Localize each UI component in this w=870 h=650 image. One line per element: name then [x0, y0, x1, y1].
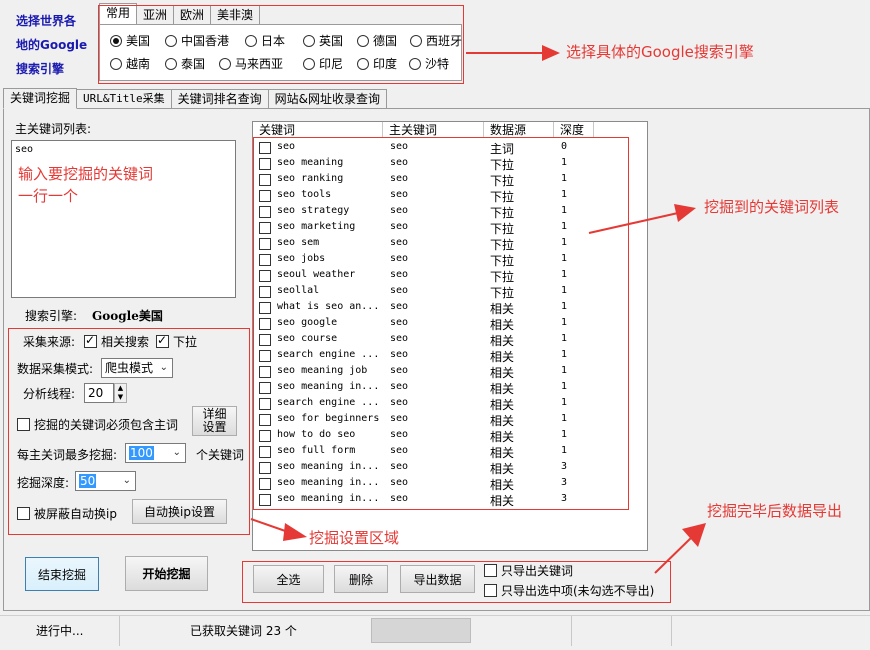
engine-label-line2: 地的Google	[16, 38, 88, 52]
chevron-down-icon: ⌄	[172, 447, 181, 458]
must-contain-label: 挖掘的关键词必须包含主词	[34, 418, 179, 432]
arrow-icon	[588, 204, 696, 234]
status-bar: 进行中... 已获取关键词 23 个	[0, 615, 870, 650]
stop-button[interactable]: 结束挖掘	[25, 557, 99, 591]
annotation-input-2: 一行一个	[18, 187, 79, 205]
search-engine-label: 搜索引擎:	[25, 309, 78, 323]
depth-value: 50	[79, 474, 97, 488]
checkbox-checked-icon	[156, 333, 169, 348]
source-related-label: 相关搜索	[101, 335, 150, 349]
only-keywords-checkbox[interactable]: 只导出关键词	[484, 562, 573, 579]
max-label: 每主关词最多挖掘:	[17, 448, 118, 462]
delete-button[interactable]: 删除	[334, 565, 388, 593]
annotation-input-1: 输入要挖掘的关键词	[18, 165, 154, 183]
auto-ip-checkbox[interactable]: 被屏蔽自动换ip	[17, 505, 117, 522]
arrow-icon	[466, 45, 560, 61]
auto-ip-label: 被屏蔽自动换ip	[34, 507, 117, 521]
source-dropdown-label: 下拉	[173, 335, 198, 349]
header-keyword[interactable]: 关键词	[253, 122, 383, 138]
threads-label: 分析线程:	[23, 387, 76, 401]
depth-label: 挖掘深度:	[17, 476, 70, 490]
source-label: 采集来源:	[23, 335, 76, 349]
spinner-arrows-icon[interactable]: ▲ ▼	[114, 383, 127, 403]
engine-label: 选择世界各 地的Google 搜索引擎	[16, 9, 87, 81]
tab-url-title[interactable]: URL&Title采集	[76, 89, 172, 108]
main-keywords-value: seo	[15, 144, 34, 155]
chevron-down-icon: ⌄	[159, 362, 168, 373]
main-keywords-label: 主关键词列表:	[15, 122, 92, 136]
arrow-icon	[654, 523, 706, 574]
mode-value: 爬虫模式	[105, 361, 154, 375]
main-tabs: 关键词挖掘 URL&Title采集 关键词排名查询 网站&网址收录查询	[3, 88, 387, 109]
detail-settings-button[interactable]: 详细 设置	[192, 406, 237, 436]
mode-select[interactable]: 爬虫模式 ⌄	[101, 358, 173, 378]
status-state: 进行中...	[0, 616, 120, 646]
checkbox-unchecked-icon	[484, 564, 497, 577]
mode-label: 数据采集模式:	[17, 362, 94, 376]
source-dropdown-checkbox[interactable]: 下拉	[156, 333, 197, 350]
chevron-down-icon: ⌄	[122, 475, 131, 486]
export-button[interactable]: 导出数据	[400, 565, 475, 593]
source-related-checkbox[interactable]: 相关搜索	[84, 333, 149, 350]
annotation-list: 挖掘到的关键词列表	[704, 198, 840, 216]
annotation-settings: 挖掘设置区域	[309, 529, 400, 547]
start-button[interactable]: 开始挖掘	[125, 556, 208, 591]
annotation-engine: 选择具体的Google搜索引擎	[566, 43, 754, 61]
must-contain-checkbox[interactable]: 挖掘的关键词必须包含主词	[17, 416, 178, 433]
status-empty-cell	[572, 616, 672, 646]
select-all-button[interactable]: 全选	[253, 565, 324, 593]
progress-bar	[371, 618, 471, 643]
header-depth[interactable]: 深度	[554, 122, 594, 138]
threads-value: 20	[88, 386, 104, 400]
header-main-keyword[interactable]: 主关键词	[383, 122, 484, 138]
checkbox-unchecked-icon	[17, 418, 30, 431]
tab-keyword-mining[interactable]: 关键词挖掘	[3, 88, 78, 109]
engine-highlight-box	[98, 5, 464, 84]
auto-ip-settings-button[interactable]: 自动换ip设置	[132, 499, 227, 524]
arrow-icon	[250, 518, 307, 541]
only-keywords-label: 只导出关键词	[501, 564, 574, 578]
max-select[interactable]: 100 ⌄	[125, 443, 186, 463]
checkbox-checked-icon	[84, 333, 97, 348]
max-unit: 个关键词	[196, 448, 245, 462]
max-value: 100	[129, 446, 154, 460]
checkbox-unchecked-icon	[17, 507, 30, 520]
only-selected-label: 只导出选中项(未勾选不导出)	[501, 584, 655, 598]
engine-label-line3: 搜索引擎	[16, 62, 65, 76]
search-engine-value: Google美国	[92, 309, 163, 323]
list-header: 关键词 主关键词 数据源 深度	[253, 122, 647, 138]
annotation-export: 挖掘完毕后数据导出	[707, 502, 843, 520]
checkbox-unchecked-icon	[484, 584, 497, 597]
tab-index-query[interactable]: 网站&网址收录查询	[267, 89, 387, 108]
only-selected-checkbox[interactable]: 只导出选中项(未勾选不导出)	[484, 582, 654, 599]
engine-label-line1: 选择世界各	[16, 14, 77, 28]
status-count: 已获取关键词 23 个	[120, 616, 572, 646]
threads-spinner[interactable]: 20	[84, 383, 114, 403]
header-source[interactable]: 数据源	[484, 122, 554, 138]
depth-select[interactable]: 50 ⌄	[75, 471, 136, 491]
list-highlight-box	[253, 137, 629, 510]
tab-ranking-query[interactable]: 关键词排名查询	[170, 89, 269, 108]
